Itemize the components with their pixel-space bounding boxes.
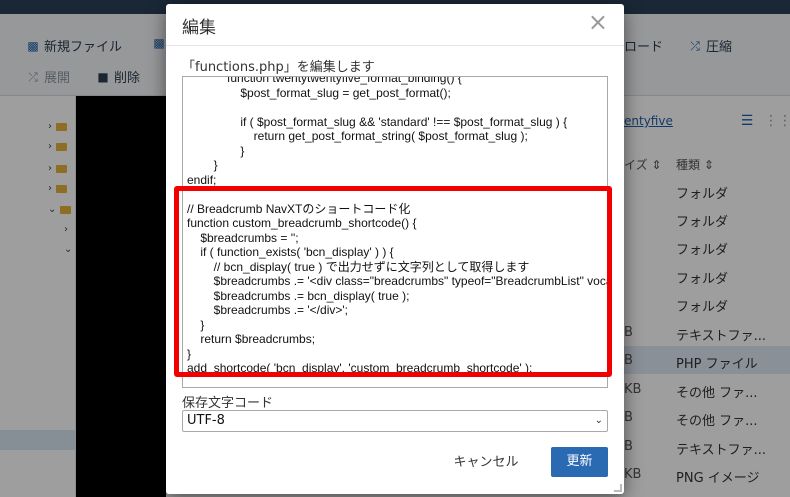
code-content: function twentytwentyfive_format_binding…	[187, 76, 607, 375]
dialog-header: 編集 ×	[166, 4, 624, 46]
update-button[interactable]: 更新	[551, 447, 608, 477]
close-icon[interactable]: ×	[588, 10, 608, 34]
cancel-button[interactable]: キャンセル	[450, 450, 522, 476]
code-editor-textarea[interactable]: function twentytwentyfive_format_binding…	[182, 76, 608, 388]
resize-grip-icon[interactable]	[614, 484, 622, 492]
encoding-value: UTF-8	[187, 413, 225, 428]
encoding-select[interactable]: UTF-8 ⌄	[182, 410, 608, 432]
encoding-label: 保存文字コード	[182, 396, 274, 411]
edit-file-dialog: 編集 × 「functions.php」を編集します function twen…	[166, 4, 624, 494]
dialog-title: 編集	[182, 18, 216, 38]
chevron-down-icon: ⌄	[594, 415, 603, 426]
edit-file-label: 「functions.php」を編集します	[182, 60, 375, 75]
